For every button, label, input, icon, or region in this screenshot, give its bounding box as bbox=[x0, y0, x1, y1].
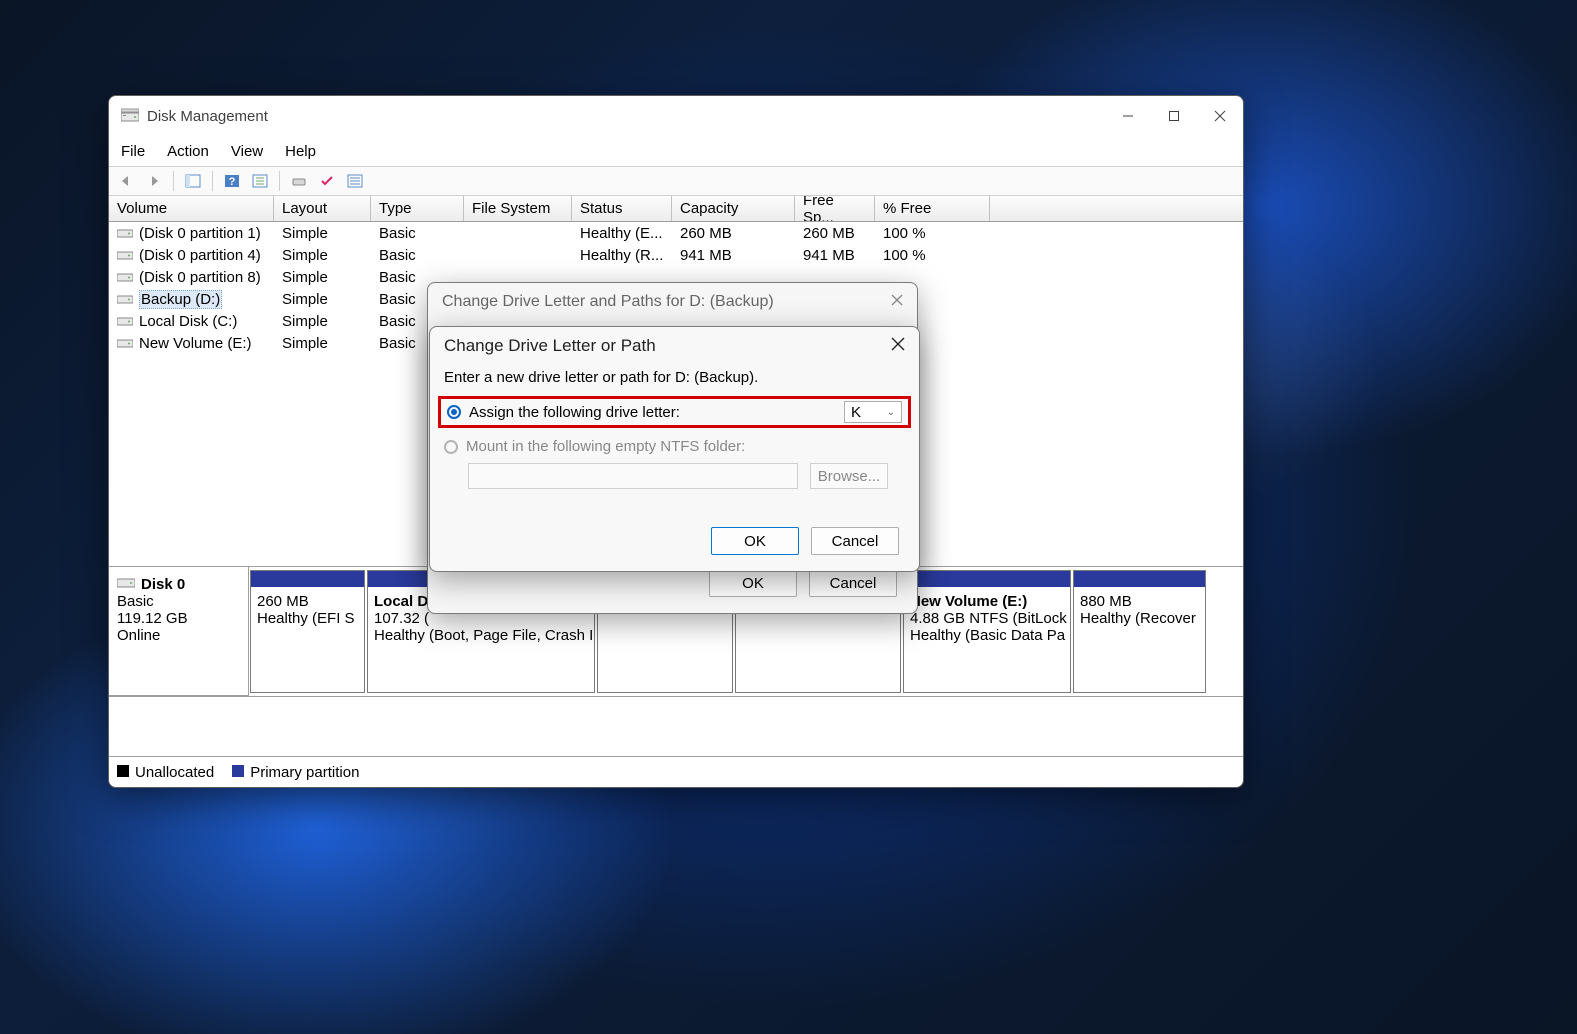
assign-radio[interactable] bbox=[447, 405, 461, 419]
forward-button[interactable] bbox=[143, 170, 165, 192]
back-button[interactable] bbox=[115, 170, 137, 192]
menu-file[interactable]: File bbox=[121, 143, 145, 160]
drive-letter-select[interactable]: K ⌄ bbox=[844, 401, 902, 423]
col-volume[interactable]: Volume bbox=[109, 196, 274, 221]
check-button[interactable] bbox=[316, 170, 338, 192]
drive-letter-value: K bbox=[851, 404, 861, 421]
col-status[interactable]: Status bbox=[572, 196, 672, 221]
show-hide-tree-button[interactable] bbox=[182, 170, 204, 192]
assign-label[interactable]: Assign the following drive letter: bbox=[469, 404, 680, 421]
volume-icon bbox=[117, 293, 133, 305]
volume-icon bbox=[117, 271, 133, 283]
dlg2-ok-button[interactable]: OK bbox=[711, 527, 799, 555]
dlg2-close-icon[interactable] bbox=[891, 336, 905, 356]
menu-help[interactable]: Help bbox=[285, 143, 316, 160]
mount-path-input bbox=[468, 463, 798, 489]
legend: Unallocated Primary partition bbox=[109, 757, 1243, 787]
dlg1-close-icon[interactable] bbox=[891, 293, 903, 311]
dlg1-cancel-button[interactable]: Cancel bbox=[809, 569, 897, 597]
dlg1-title: Change Drive Letter and Paths for D: (Ba… bbox=[442, 293, 774, 311]
volume-row[interactable]: (Disk 0 partition 4)SimpleBasicHealthy (… bbox=[109, 244, 1243, 266]
col-type[interactable]: Type bbox=[371, 196, 464, 221]
partition[interactable]: 260 MBHealthy (EFI S bbox=[250, 570, 365, 693]
volume-row[interactable]: (Disk 0 partition 1)SimpleBasicHealthy (… bbox=[109, 222, 1243, 244]
svg-text:?: ? bbox=[229, 176, 236, 188]
disk-state: Online bbox=[117, 627, 240, 644]
col-filesystem[interactable]: File System bbox=[464, 196, 572, 221]
assign-row-highlight: Assign the following drive letter: K ⌄ bbox=[438, 396, 911, 428]
primary-swatch bbox=[232, 765, 244, 777]
rescan-button[interactable] bbox=[288, 170, 310, 192]
browse-button: Browse... bbox=[810, 463, 888, 489]
dlg2-prompt: Enter a new drive letter or path for D: … bbox=[444, 369, 905, 386]
unallocated-swatch bbox=[117, 765, 129, 777]
disk-size: 119.12 GB bbox=[117, 610, 240, 627]
legend-unallocated: Unallocated bbox=[135, 764, 214, 781]
toolbar: ? bbox=[109, 166, 1243, 196]
col-capacity[interactable]: Capacity bbox=[672, 196, 795, 221]
partition[interactable]: New Volume (E:)4.88 GB NTFS (BitLockHeal… bbox=[903, 570, 1071, 693]
list-button[interactable] bbox=[344, 170, 366, 192]
menubar: File Action View Help bbox=[109, 136, 1243, 166]
maximize-button[interactable] bbox=[1151, 96, 1197, 136]
mount-label: Mount in the following empty NTFS folder… bbox=[466, 438, 745, 455]
volume-icon bbox=[117, 315, 133, 327]
volume-icon bbox=[117, 337, 133, 349]
col-pct[interactable]: % Free bbox=[875, 196, 990, 221]
window-title: Disk Management bbox=[147, 108, 268, 125]
mount-radio[interactable] bbox=[444, 440, 458, 454]
dlg1-ok-button[interactable]: OK bbox=[709, 569, 797, 597]
column-headers: Volume Layout Type File System Status Ca… bbox=[109, 196, 1243, 222]
disk-label: Disk 0 bbox=[141, 576, 185, 593]
disk-type: Basic bbox=[117, 593, 240, 610]
disk-icon bbox=[117, 575, 135, 593]
app-icon bbox=[121, 108, 139, 124]
change-drive-letter-dialog: Change Drive Letter or Path Enter a new … bbox=[429, 326, 920, 572]
dlg2-cancel-button[interactable]: Cancel bbox=[811, 527, 899, 555]
refresh-button[interactable] bbox=[249, 170, 271, 192]
chevron-down-icon: ⌄ bbox=[887, 407, 895, 418]
dlg2-title: Change Drive Letter or Path bbox=[444, 336, 656, 356]
col-layout[interactable]: Layout bbox=[274, 196, 371, 221]
minimize-button[interactable] bbox=[1105, 96, 1151, 136]
volume-icon bbox=[117, 227, 133, 239]
menu-action[interactable]: Action bbox=[167, 143, 209, 160]
disk-info[interactable]: Disk 0 Basic 119.12 GB Online bbox=[109, 567, 249, 696]
col-spacer bbox=[990, 196, 1243, 221]
titlebar: Disk Management bbox=[109, 96, 1243, 136]
window-controls bbox=[1105, 96, 1243, 136]
volume-icon bbox=[117, 249, 133, 261]
partition[interactable]: 880 MBHealthy (Recover bbox=[1073, 570, 1206, 693]
legend-primary: Primary partition bbox=[250, 764, 359, 781]
col-free[interactable]: Free Sp... bbox=[795, 196, 875, 221]
menu-view[interactable]: View bbox=[231, 143, 263, 160]
close-button[interactable] bbox=[1197, 96, 1243, 136]
help-button[interactable]: ? bbox=[221, 170, 243, 192]
